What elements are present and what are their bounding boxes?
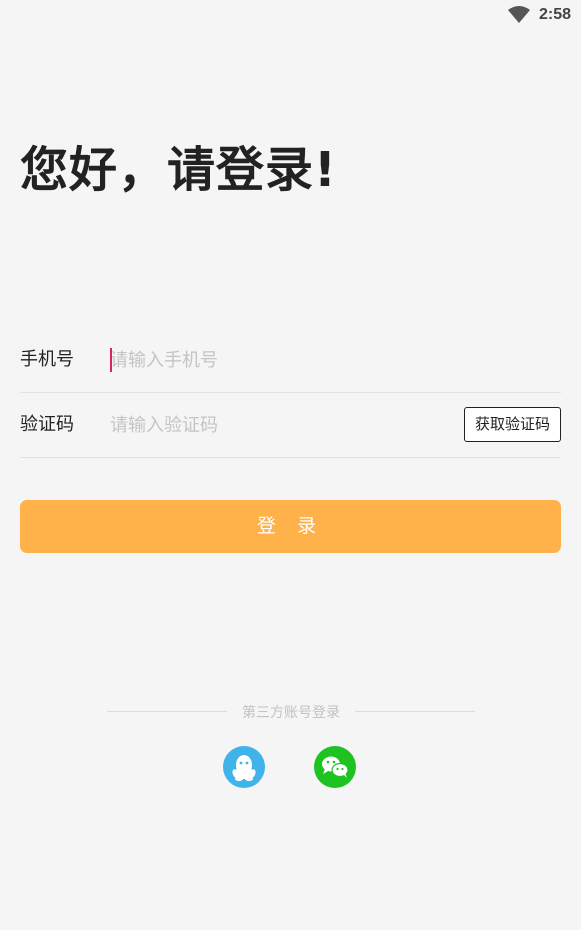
phone-label: 手机号 [20,349,74,370]
code-input[interactable] [110,408,410,442]
status-time: 2:58 [539,6,572,23]
divider-left [107,711,227,712]
phone-row: 手机号 [20,327,561,393]
login-button[interactable]: 登 录 [20,500,561,553]
phone-input[interactable] [110,343,410,377]
qq-penguin-icon [232,755,256,781]
wifi-icon [508,6,530,23]
text-cursor [110,348,112,372]
get-code-button[interactable]: 获取验证码 [464,407,561,442]
qq-login-button[interactable] [223,746,265,788]
status-bar: 2:58 [0,0,581,30]
wechat-bubbles-icon [322,756,349,778]
code-label: 验证码 [20,414,74,435]
code-row: 验证码 获取验证码 [20,392,561,458]
page-title: 您好，请登录! [20,142,337,198]
divider-right [355,711,475,712]
third-party-title: 第三方账号登录 [242,705,340,721]
wechat-login-button[interactable] [314,746,356,788]
